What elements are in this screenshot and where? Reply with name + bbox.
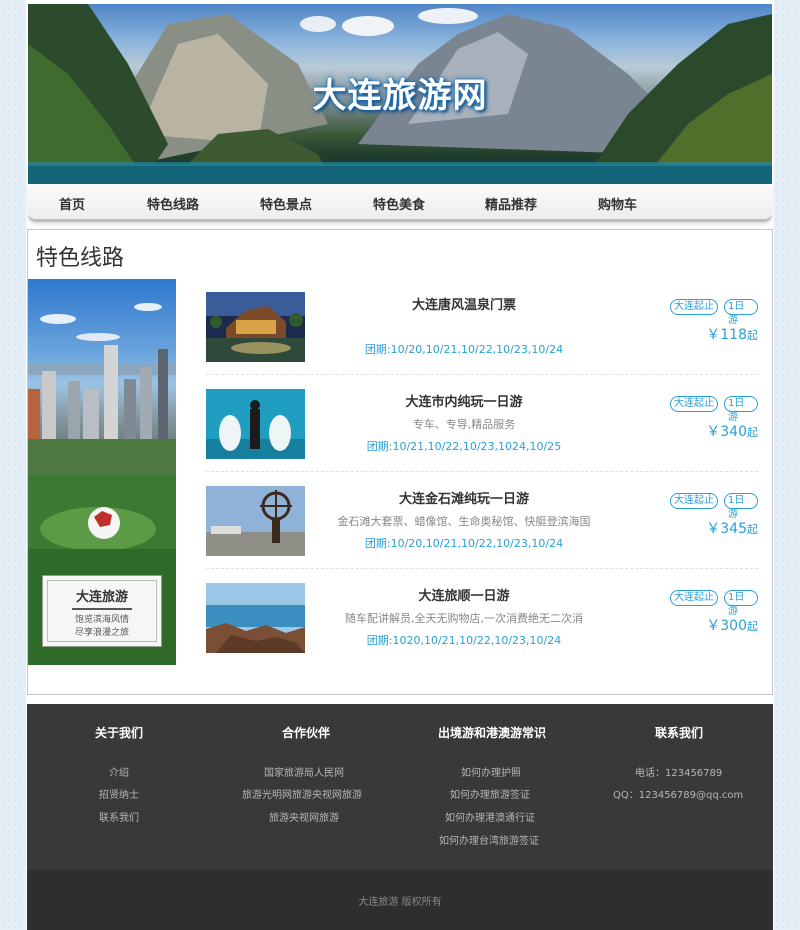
price-unit: 起	[747, 426, 758, 439]
route-price: ￥118起	[706, 324, 758, 344]
price-unit: 起	[747, 329, 758, 342]
route-thumbnail[interactable]	[206, 292, 305, 362]
nav-item-recommended[interactable]: 精品推荐	[485, 194, 537, 213]
promo-divider	[72, 608, 132, 610]
promo-caption-box: 大连旅游 饱览滨海风情 尽享浪漫之旅	[42, 575, 162, 647]
tag-duration: 1日游	[724, 590, 758, 617]
footer-link[interactable]: 招贤纳士	[99, 786, 139, 801]
footer-link[interactable]: 如何办理台湾旅游签证	[439, 832, 539, 847]
aquarium-show-image	[206, 389, 305, 459]
featured-routes-section: 特色线路 大连旅游 饱览滨海风情 尽享浪漫之旅 大连唐风温泉门票 团期:10/2…	[27, 229, 773, 695]
route-item[interactable]: 大连唐风温泉门票 团期:10/20,10/21,10/22,10/23,10/2…	[206, 279, 758, 375]
nav-item-scenic-spots[interactable]: 特色景点	[260, 194, 312, 213]
price-unit: 起	[747, 523, 758, 536]
main-nav: 首页 特色线路 特色景点 特色美食 精品推荐 购物车	[28, 184, 772, 222]
promo-title: 大连旅游	[75, 590, 128, 605]
seaside-rocks-image	[206, 583, 305, 653]
footer-qq: QQ：123456789@qq.com	[613, 790, 744, 801]
footer-heading-contact: 联系我们	[655, 726, 704, 740]
footer-heading-partners: 合作伙伴	[282, 726, 331, 740]
route-thumbnail[interactable]	[206, 389, 305, 459]
route-dates: 团期:10/21,10/22,10/23,1024,10/25	[366, 440, 562, 453]
footer-link[interactable]: 如何办理护照	[461, 764, 521, 779]
tag-departure: 大连起止	[670, 590, 718, 606]
footer-link[interactable]: 联系我们	[99, 809, 139, 824]
section-title: 特色线路	[36, 246, 125, 271]
route-item[interactable]: 大连金石滩纯玩一日游 金石滩大套票、蜡像馆、生命奥秘馆、快艇登滨海国 团期:10…	[206, 473, 758, 569]
tag-duration: 1日游	[724, 396, 758, 423]
price-unit: 起	[747, 620, 758, 633]
route-thumbnail[interactable]	[206, 583, 305, 653]
price-value: ￥345	[706, 521, 747, 537]
footer-phone: 电话：123456789	[635, 768, 723, 779]
copyright-text: 大连旅游 版权所有	[358, 897, 442, 908]
tag-duration: 1日游	[724, 299, 758, 326]
ship-wheel-image	[206, 486, 305, 556]
route-thumbnail[interactable]	[206, 486, 305, 556]
price-value: ￥118	[706, 327, 747, 343]
route-item[interactable]: 大连旅顺一日游 随车配讲解员,全天无购物店,一次消费绝无二次消 团期:1020,…	[206, 570, 758, 666]
footer-heading-about: 关于我们	[95, 726, 144, 740]
promo-banner[interactable]: 大连旅游 饱览滨海风情 尽享浪漫之旅	[28, 279, 176, 665]
hot-spring-image	[206, 292, 305, 362]
nav-item-food[interactable]: 特色美食	[373, 194, 425, 213]
route-dates: 团期:10/20,10/21,10/22,10/23,10/24	[364, 343, 564, 356]
tag-departure: 大连起止	[670, 493, 718, 509]
footer: 关于我们 介绍 招贤纳士 联系我们 合作伙伴 国家旅游局人民网 旅游光明网旅游央…	[27, 704, 773, 930]
route-name[interactable]: 大连市内纯玩一日游	[314, 391, 614, 410]
tag-departure: 大连起止	[670, 396, 718, 412]
route-description: 专车、专导,精品服务	[412, 418, 516, 431]
nav-item-cart[interactable]: 购物车	[598, 194, 637, 213]
page: 大连旅游网 首页 特色线路 特色景点 特色美食 精品推荐 购物车 特色线路 大连…	[26, 0, 774, 930]
nav-item-home[interactable]: 首页	[59, 194, 85, 213]
nav-item-routes[interactable]: 特色线路	[147, 194, 199, 213]
footer-link[interactable]: 旅游央视网旅游	[269, 809, 339, 824]
route-price: ￥340起	[706, 421, 758, 441]
route-name[interactable]: 大连唐风温泉门票	[314, 294, 614, 313]
promo-line-2: 尽享浪漫之旅	[74, 628, 129, 638]
footer-link[interactable]: 如何办理旅游签证	[450, 786, 530, 801]
route-item[interactable]: 大连市内纯玩一日游 专车、专导,精品服务 团期:10/21,10/22,10/2…	[206, 376, 758, 472]
route-dates: 团期:1020,10/21,10/22,10/23,10/24	[366, 634, 562, 647]
footer-link[interactable]: 介绍	[109, 764, 129, 779]
route-name[interactable]: 大连金石滩纯玩一日游	[314, 488, 614, 507]
route-price: ￥345起	[706, 518, 758, 538]
tag-departure: 大连起止	[670, 299, 718, 315]
footer-heading-travel-tips: 出境游和港澳游常识	[438, 726, 547, 740]
copyright-bar: 大连旅游 版权所有	[27, 870, 773, 930]
route-description: 随车配讲解员,全天无购物店,一次消费绝无二次消	[345, 612, 583, 625]
price-value: ￥340	[706, 424, 747, 440]
route-price: ￥300起	[706, 615, 758, 635]
site-title: 大连旅游网	[312, 76, 488, 116]
route-description: 金石滩大套票、蜡像馆、生命奥秘馆、快艇登滨海国	[337, 515, 591, 528]
footer-link[interactable]: 国家旅游局人民网	[264, 764, 344, 779]
route-dates: 团期:10/20,10/21,10/22,10/23,10/24	[364, 537, 564, 550]
promo-line-1: 饱览滨海风情	[74, 615, 129, 625]
route-name[interactable]: 大连旅顺一日游	[314, 585, 614, 604]
price-value: ￥300	[706, 618, 747, 634]
footer-link[interactable]: 如何办理港澳通行证	[445, 809, 535, 824]
tag-duration: 1日游	[724, 493, 758, 520]
banner: 大连旅游网	[28, 4, 772, 184]
footer-link[interactable]: 旅游光明网旅游央视网旅游	[242, 786, 362, 801]
